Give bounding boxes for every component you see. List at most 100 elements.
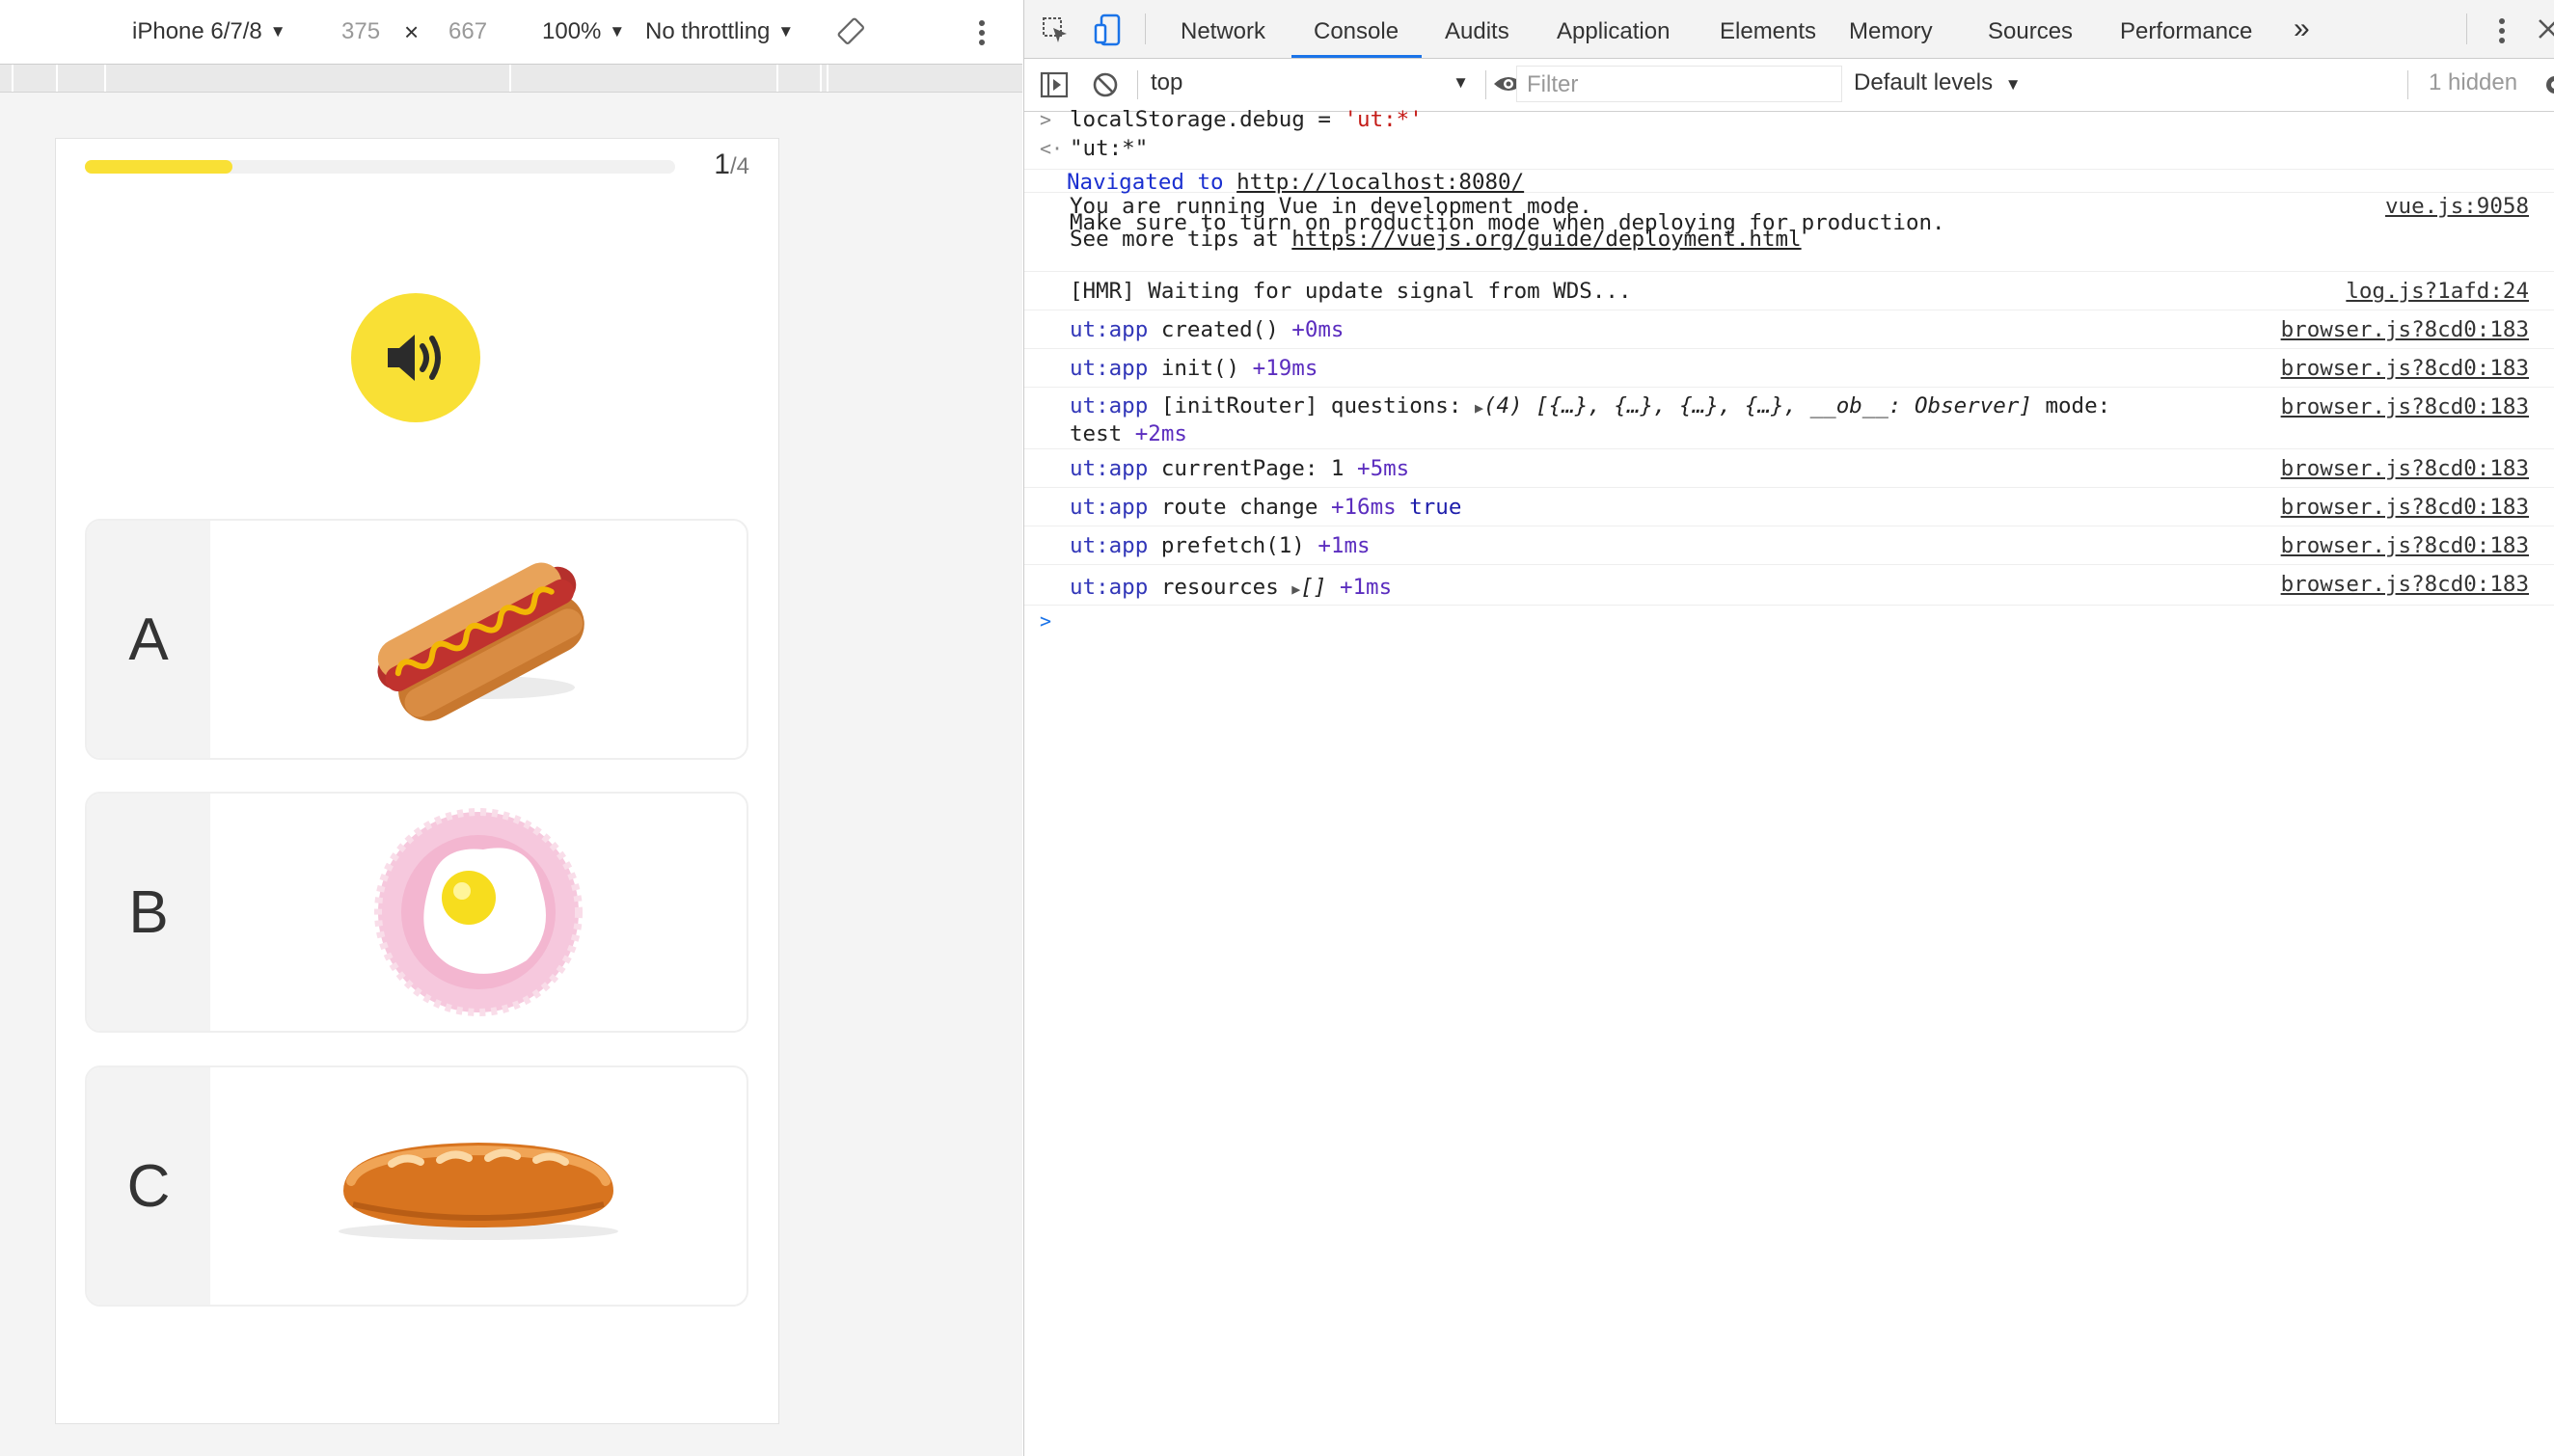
expand-triangle-icon[interactable]: ▶ [1475, 399, 1483, 417]
elapsed: +2ms [1134, 421, 1187, 446]
context-select[interactable]: top ▼ [1151, 69, 1469, 96]
source-link[interactable]: log.js?1afd:24 [2346, 278, 2529, 305]
tab-memory[interactable]: Memory [1849, 0, 1933, 58]
elapsed: +1ms [1318, 533, 1371, 558]
tab-performance[interactable]: Performance [2120, 0, 2252, 58]
namespace: ut:app [1070, 356, 1149, 381]
hot-dog-image [210, 521, 747, 758]
log-message: ut:app [initRouter] questions: ▶(4) [{…}… [1024, 388, 2554, 449]
tab-audits[interactable]: Audits [1445, 0, 1509, 58]
log-text: ut:app currentPage: 1 +5ms [1070, 455, 1409, 482]
device-toolbar-icon[interactable] [1094, 13, 1123, 46]
namespace: ut:app [1070, 456, 1149, 481]
clear-console-icon[interactable] [1092, 71, 1119, 98]
result-value: "ut:*" [1070, 136, 1149, 161]
device-emulation-pane: iPhone 6/7/8 ▼ 375 × 667 100% ▼ No throt… [0, 0, 1022, 1456]
log-body: [initRouter] questions: [1160, 393, 1462, 418]
console-result: <· "ut:*" [1024, 133, 2554, 170]
expand-triangle-icon[interactable]: ▶ [1291, 580, 1300, 598]
log-text: ut:app [initRouter] questions: ▶(4) [{…}… [1070, 393, 2110, 447]
navigated-url[interactable]: http://localhost:8080/ [1236, 170, 1524, 195]
source-link[interactable]: browser.js?8cd0:183 [2281, 316, 2529, 343]
play-audio-button[interactable] [351, 293, 480, 422]
elapsed: +19ms [1252, 356, 1318, 381]
tab-console[interactable]: Console [1314, 0, 1399, 58]
devtools-panel: Network Console Audits Application Eleme… [1023, 0, 2554, 1456]
boolean-value: true [1409, 495, 1462, 520]
log-body: init() [1160, 356, 1240, 381]
source-link[interactable]: vue.js:9058 [2385, 196, 2529, 218]
source-link[interactable]: browser.js?8cd0:183 [2281, 393, 2529, 420]
log-body: currentPage: 1 [1160, 456, 1345, 481]
log-message: [HMR] Waiting for update signal from WDS… [1024, 272, 2554, 310]
answer-option-b[interactable]: B [85, 792, 748, 1033]
vue-deployment-link[interactable]: https://vuejs.org/guide/deployment.html [1291, 227, 1801, 252]
device-name: iPhone 6/7/8 [132, 18, 262, 44]
chevron-down-icon: ▼ [1453, 73, 1469, 92]
sidebar-toggle-icon[interactable] [1040, 71, 1069, 98]
elapsed: +0ms [1291, 317, 1345, 342]
navigated-label: Navigated to [1067, 170, 1224, 195]
media-query-ruler[interactable] [0, 65, 1022, 93]
source-link[interactable]: browser.js?8cd0:183 [2281, 355, 2529, 382]
active-tab-indicator [1291, 55, 1422, 58]
filter-input[interactable]: Filter [1516, 66, 1842, 102]
more-options-icon[interactable] [978, 19, 986, 46]
devtools-menu-icon[interactable] [2498, 17, 2506, 44]
inspect-element-icon[interactable] [1042, 16, 1069, 43]
source-link[interactable]: browser.js?8cd0:183 [2281, 494, 2529, 521]
log-message: ut:app created() +0ms browser.js?8cd0:18… [1024, 310, 2554, 349]
close-icon[interactable] [2537, 17, 2554, 40]
log-body: resources [1160, 575, 1279, 600]
source-link[interactable]: browser.js?8cd0:183 [2281, 532, 2529, 559]
throttling-select[interactable]: No throttling ▼ [645, 18, 794, 45]
progress-bar [85, 160, 675, 174]
counter-total: /4 [729, 153, 749, 179]
log-text: ut:app resources ▶[] +1ms [1070, 574, 1392, 603]
settings-gear-icon[interactable] [2542, 72, 2554, 97]
log-message: ut:app prefetch(1) +1ms browser.js?8cd0:… [1024, 526, 2554, 565]
source-link[interactable]: browser.js?8cd0:183 [2281, 571, 2529, 598]
zoom-select[interactable]: 100% ▼ [542, 18, 625, 45]
width-input[interactable]: 375 [341, 18, 380, 45]
rotate-icon[interactable] [837, 17, 866, 46]
device-viewport: 1/4 A B C [55, 138, 779, 1424]
questions-array[interactable]: (4) [{…}, {…}, {…}, {…}, __ob__: Observe… [1483, 393, 2032, 418]
device-toolbar: iPhone 6/7/8 ▼ 375 × 667 100% ▼ No throt… [0, 0, 1022, 65]
option-letter: A [87, 521, 210, 758]
option-letter: B [87, 794, 210, 1031]
tab-elements[interactable]: Elements [1720, 0, 1816, 58]
answer-option-c[interactable]: C [85, 1065, 748, 1307]
more-tabs-button[interactable]: » [2294, 0, 2310, 58]
height-input[interactable]: 667 [448, 18, 487, 45]
log-body: prefetch(1) [1160, 533, 1305, 558]
dimension-separator: × [404, 16, 420, 46]
resources-array[interactable]: [] [1300, 575, 1326, 600]
chevron-down-icon: ▼ [777, 22, 795, 40]
option-letter: C [87, 1067, 210, 1305]
console-toolbar: top ▼ Filter Default levels ▼ 1 hidden [1024, 59, 2554, 112]
namespace: ut:app [1070, 495, 1149, 520]
elapsed: +16ms [1330, 495, 1397, 520]
context-value: top [1151, 69, 1183, 95]
namespace: ut:app [1070, 533, 1149, 558]
tab-application[interactable]: Application [1557, 0, 1670, 58]
log-levels-select[interactable]: Default levels ▼ [1854, 69, 2022, 96]
navigated-message: Navigated to http://localhost:8080/ [1024, 169, 2554, 196]
log-message: ut:app resources ▶[] +1ms browser.js?8cd… [1024, 565, 2554, 606]
device-select[interactable]: iPhone 6/7/8 ▼ [132, 18, 286, 45]
progress-fill [85, 160, 232, 174]
source-link[interactable]: browser.js?8cd0:183 [2281, 455, 2529, 482]
namespace: ut:app [1070, 575, 1149, 600]
console-prompt[interactable]: > [1024, 606, 2554, 644]
log-body-mode: mode: [2045, 393, 2111, 418]
navigated-text: Navigated to http://localhost:8080/ [1067, 169, 1524, 196]
prompt-chevron-icon: > [1040, 609, 1052, 633]
answer-option-a[interactable]: A [85, 519, 748, 760]
tab-network[interactable]: Network [1181, 0, 1265, 58]
chevron-right-icon: > [1040, 108, 1052, 131]
tab-sources[interactable]: Sources [1988, 0, 2073, 58]
console-input-echo: > localStorage.debug = 'ut:*' [1024, 107, 2554, 133]
return-arrow-icon: <· [1040, 137, 1064, 160]
log-body: created() [1160, 317, 1279, 342]
